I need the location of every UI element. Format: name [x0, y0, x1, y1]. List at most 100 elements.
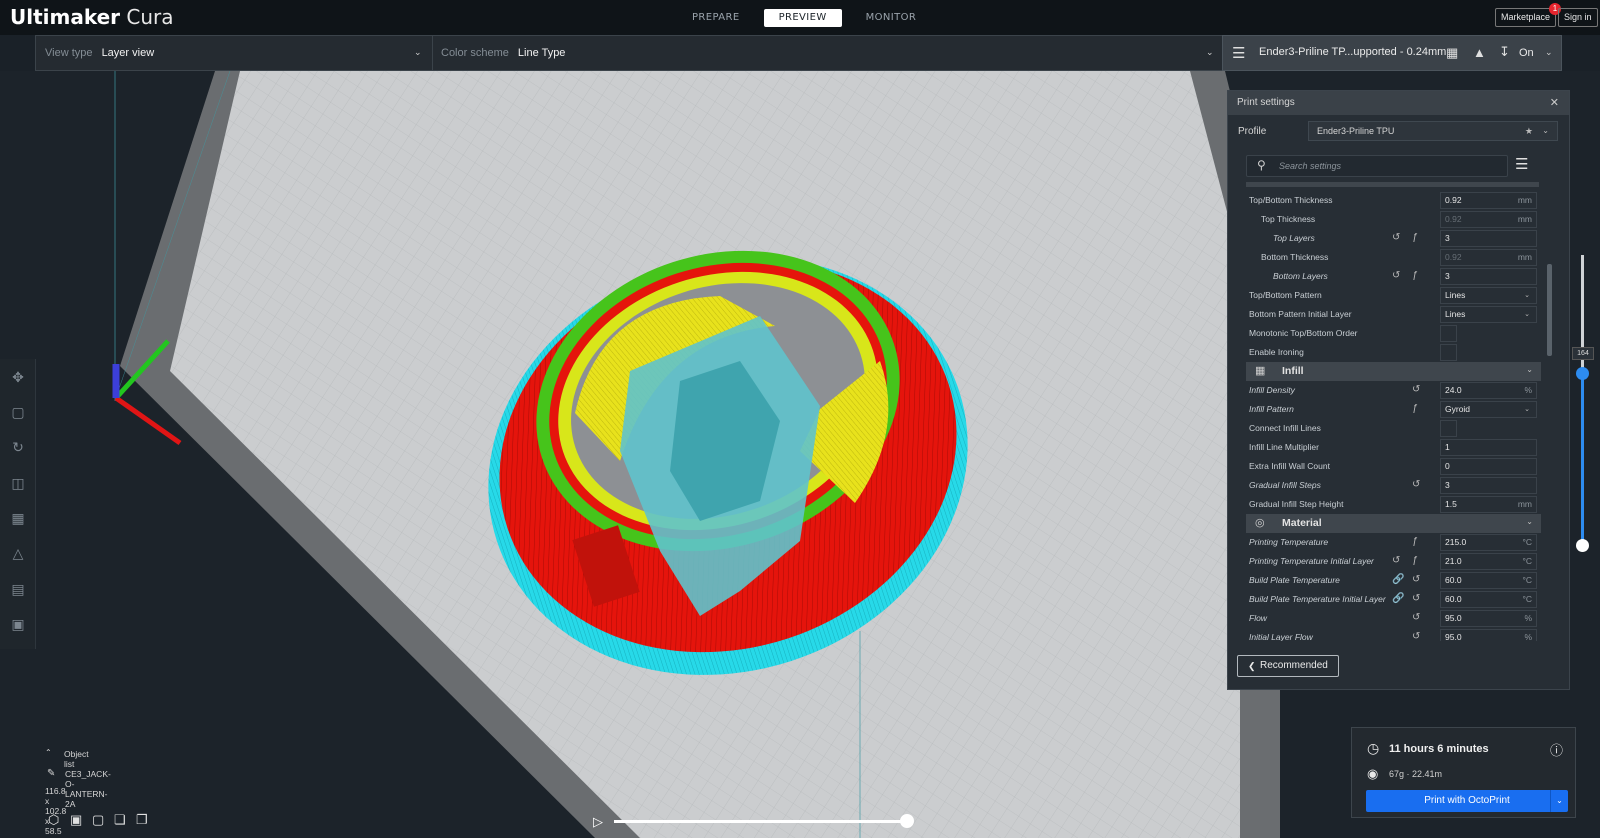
- chevron-down-icon: ⌄: [1526, 517, 1533, 526]
- chevron-down-icon[interactable]: ⌄: [1206, 47, 1214, 58]
- layer-slider-lower-handle[interactable]: [1576, 539, 1589, 552]
- right-view-icon[interactable]: ❐: [136, 812, 148, 828]
- function-icon: ƒ: [1412, 555, 1418, 566]
- reset-icon[interactable]: ↺: [1392, 555, 1400, 566]
- setting-label: Top Layers: [1273, 233, 1315, 243]
- setting-unit: °C: [1522, 537, 1532, 547]
- setting-input[interactable]: 3: [1440, 268, 1537, 285]
- setting-input[interactable]: 24.0%: [1440, 382, 1537, 399]
- printer-settings-selector[interactable]: ☰ Ender3-Priline TP...upported - 0.24mm …: [1222, 35, 1562, 71]
- reset-icon[interactable]: ↺: [1412, 574, 1420, 585]
- 3d-view-icon[interactable]: ⬡: [48, 812, 59, 828]
- setting-label: Top/Bottom Thickness: [1249, 195, 1333, 205]
- setting-input[interactable]: 95.0%: [1440, 629, 1537, 641]
- top-view-icon[interactable]: ▢: [92, 812, 104, 828]
- layer-number[interactable]: 164: [1572, 347, 1594, 360]
- setting-row: Bottom Pattern Initial Layer Lines ⌄: [1245, 305, 1541, 324]
- scale-icon[interactable]: ▢: [9, 404, 27, 422]
- divider: [432, 36, 433, 70]
- view-type-select[interactable]: View type Layer view: [45, 36, 154, 70]
- rotate-icon[interactable]: ↻: [9, 439, 27, 457]
- reset-icon[interactable]: ↺: [1392, 232, 1400, 243]
- setting-label: Bottom Thickness: [1261, 252, 1329, 262]
- setting-label: Bottom Pattern Initial Layer: [1249, 309, 1352, 319]
- tab-monitor[interactable]: MONITOR: [850, 9, 933, 27]
- setting-select[interactable]: Gyroid ⌄: [1440, 401, 1537, 418]
- setting-row: Printing Temperature ƒ 215.0 °C: [1245, 533, 1541, 552]
- front-view-icon[interactable]: ▣: [70, 812, 82, 828]
- profile-select[interactable]: Ender3-Priline TPU ★ ⌄: [1308, 121, 1558, 141]
- search-input[interactable]: ⚲ Search settings: [1246, 155, 1508, 177]
- profile-label: Profile: [1238, 126, 1267, 137]
- setting-unit: %: [1524, 632, 1532, 641]
- path-slider-track[interactable]: [614, 820, 907, 823]
- reset-icon[interactable]: ↺: [1412, 479, 1420, 490]
- setting-input[interactable]: 3: [1440, 477, 1537, 494]
- chevron-down-icon: ⌄: [1524, 311, 1530, 318]
- setting-input[interactable]: 1.5 mm: [1440, 496, 1537, 513]
- setting-select[interactable]: Lines ⌄: [1440, 306, 1537, 323]
- custom-supports-icon[interactable]: ▣: [9, 616, 27, 634]
- per-model-settings-icon[interactable]: ▦: [9, 510, 27, 528]
- setting-input[interactable]: 0.92 mm: [1440, 211, 1537, 228]
- link-icon: 🔗: [1392, 593, 1405, 604]
- setting-row: Infill Pattern ƒ Gyroid ⌄: [1245, 400, 1541, 419]
- setting-checkbox[interactable]: [1440, 420, 1457, 437]
- category-material[interactable]: ◎ Material ⌄: [1246, 514, 1541, 533]
- color-scheme-select[interactable]: Color scheme Line Type: [441, 36, 565, 70]
- setting-input[interactable]: 0.92 mm: [1440, 249, 1537, 266]
- left-view-icon[interactable]: ❏: [114, 812, 126, 828]
- object-list-label: Object list: [64, 749, 89, 769]
- path-slider-handle[interactable]: [900, 814, 914, 828]
- reset-icon[interactable]: ↺: [1392, 270, 1400, 281]
- reset-icon[interactable]: ↺: [1412, 612, 1420, 623]
- play-icon[interactable]: ▷: [593, 814, 603, 830]
- layers-icon[interactable]: ▤: [9, 581, 27, 599]
- star-icon[interactable]: ★: [1525, 122, 1533, 140]
- sign-in-button[interactable]: Sign in: [1558, 8, 1598, 27]
- tool-sidebar: ✥ ▢ ↻ ◫ ▦ △ ▤ ▣: [0, 359, 36, 649]
- setting-label: Initial Layer Flow: [1249, 632, 1313, 641]
- setting-input[interactable]: 21.0 °C: [1440, 553, 1537, 570]
- color-scheme-value: Line Type: [517, 47, 566, 59]
- marketplace-button[interactable]: Marketplace 1: [1495, 3, 1562, 27]
- print-button[interactable]: Print with OctoPrint ⌄: [1366, 790, 1568, 812]
- setting-checkbox[interactable]: [1440, 325, 1457, 342]
- setting-input[interactable]: 60.0 °C: [1440, 591, 1537, 608]
- chevron-down-icon[interactable]: ⌄: [1550, 790, 1568, 812]
- setting-label: Infill Density: [1249, 385, 1295, 395]
- setting-input[interactable]: 1: [1440, 439, 1537, 456]
- reset-icon[interactable]: ↺: [1412, 593, 1420, 604]
- settings-menu-icon[interactable]: ☰: [1515, 155, 1528, 173]
- setting-checkbox[interactable]: [1440, 344, 1457, 361]
- info-icon[interactable]: ⓘ: [1550, 740, 1563, 759]
- setting-input[interactable]: 215.0 °C: [1440, 534, 1537, 551]
- setting-input[interactable]: 0: [1440, 458, 1537, 475]
- setting-input[interactable]: 95.0%: [1440, 610, 1537, 627]
- category-label: Material: [1282, 517, 1322, 529]
- recommended-button[interactable]: ❮ Recommended: [1237, 655, 1339, 677]
- pencil-icon: ✎: [47, 768, 56, 779]
- category-infill[interactable]: ▦ Infill ⌄: [1246, 362, 1541, 381]
- setting-select[interactable]: Lines ⌄: [1440, 287, 1537, 304]
- setting-row: Infill Density ↺ 24.0%: [1245, 381, 1541, 400]
- reset-icon[interactable]: ↺: [1412, 384, 1420, 395]
- close-icon[interactable]: ✕: [1550, 91, 1559, 115]
- support-blocker-icon[interactable]: △: [9, 545, 27, 563]
- setting-row: Monotonic Top/Bottom Order: [1245, 324, 1541, 343]
- move-icon[interactable]: ✥: [9, 369, 27, 387]
- tab-preview[interactable]: PREVIEW: [763, 9, 842, 27]
- setting-row: Enable Ironing: [1245, 343, 1541, 362]
- mirror-icon[interactable]: ◫: [9, 475, 27, 493]
- infill-icon: ▦: [1446, 45, 1459, 60]
- setting-label: Printing Temperature Initial Layer: [1249, 556, 1374, 566]
- tab-prepare[interactable]: PREPARE: [676, 9, 756, 27]
- settings-scrollbar[interactable]: [1547, 264, 1552, 356]
- chevron-down-icon[interactable]: ⌄: [414, 47, 422, 58]
- setting-input[interactable]: 60.0 °C: [1440, 572, 1537, 589]
- setting-input[interactable]: 3: [1440, 230, 1537, 247]
- layer-slider-upper-handle[interactable]: [1576, 367, 1589, 380]
- reset-icon[interactable]: ↺: [1412, 631, 1420, 641]
- setting-input[interactable]: 0.92 mm: [1440, 192, 1537, 209]
- marketplace-label: Marketplace: [1501, 12, 1551, 22]
